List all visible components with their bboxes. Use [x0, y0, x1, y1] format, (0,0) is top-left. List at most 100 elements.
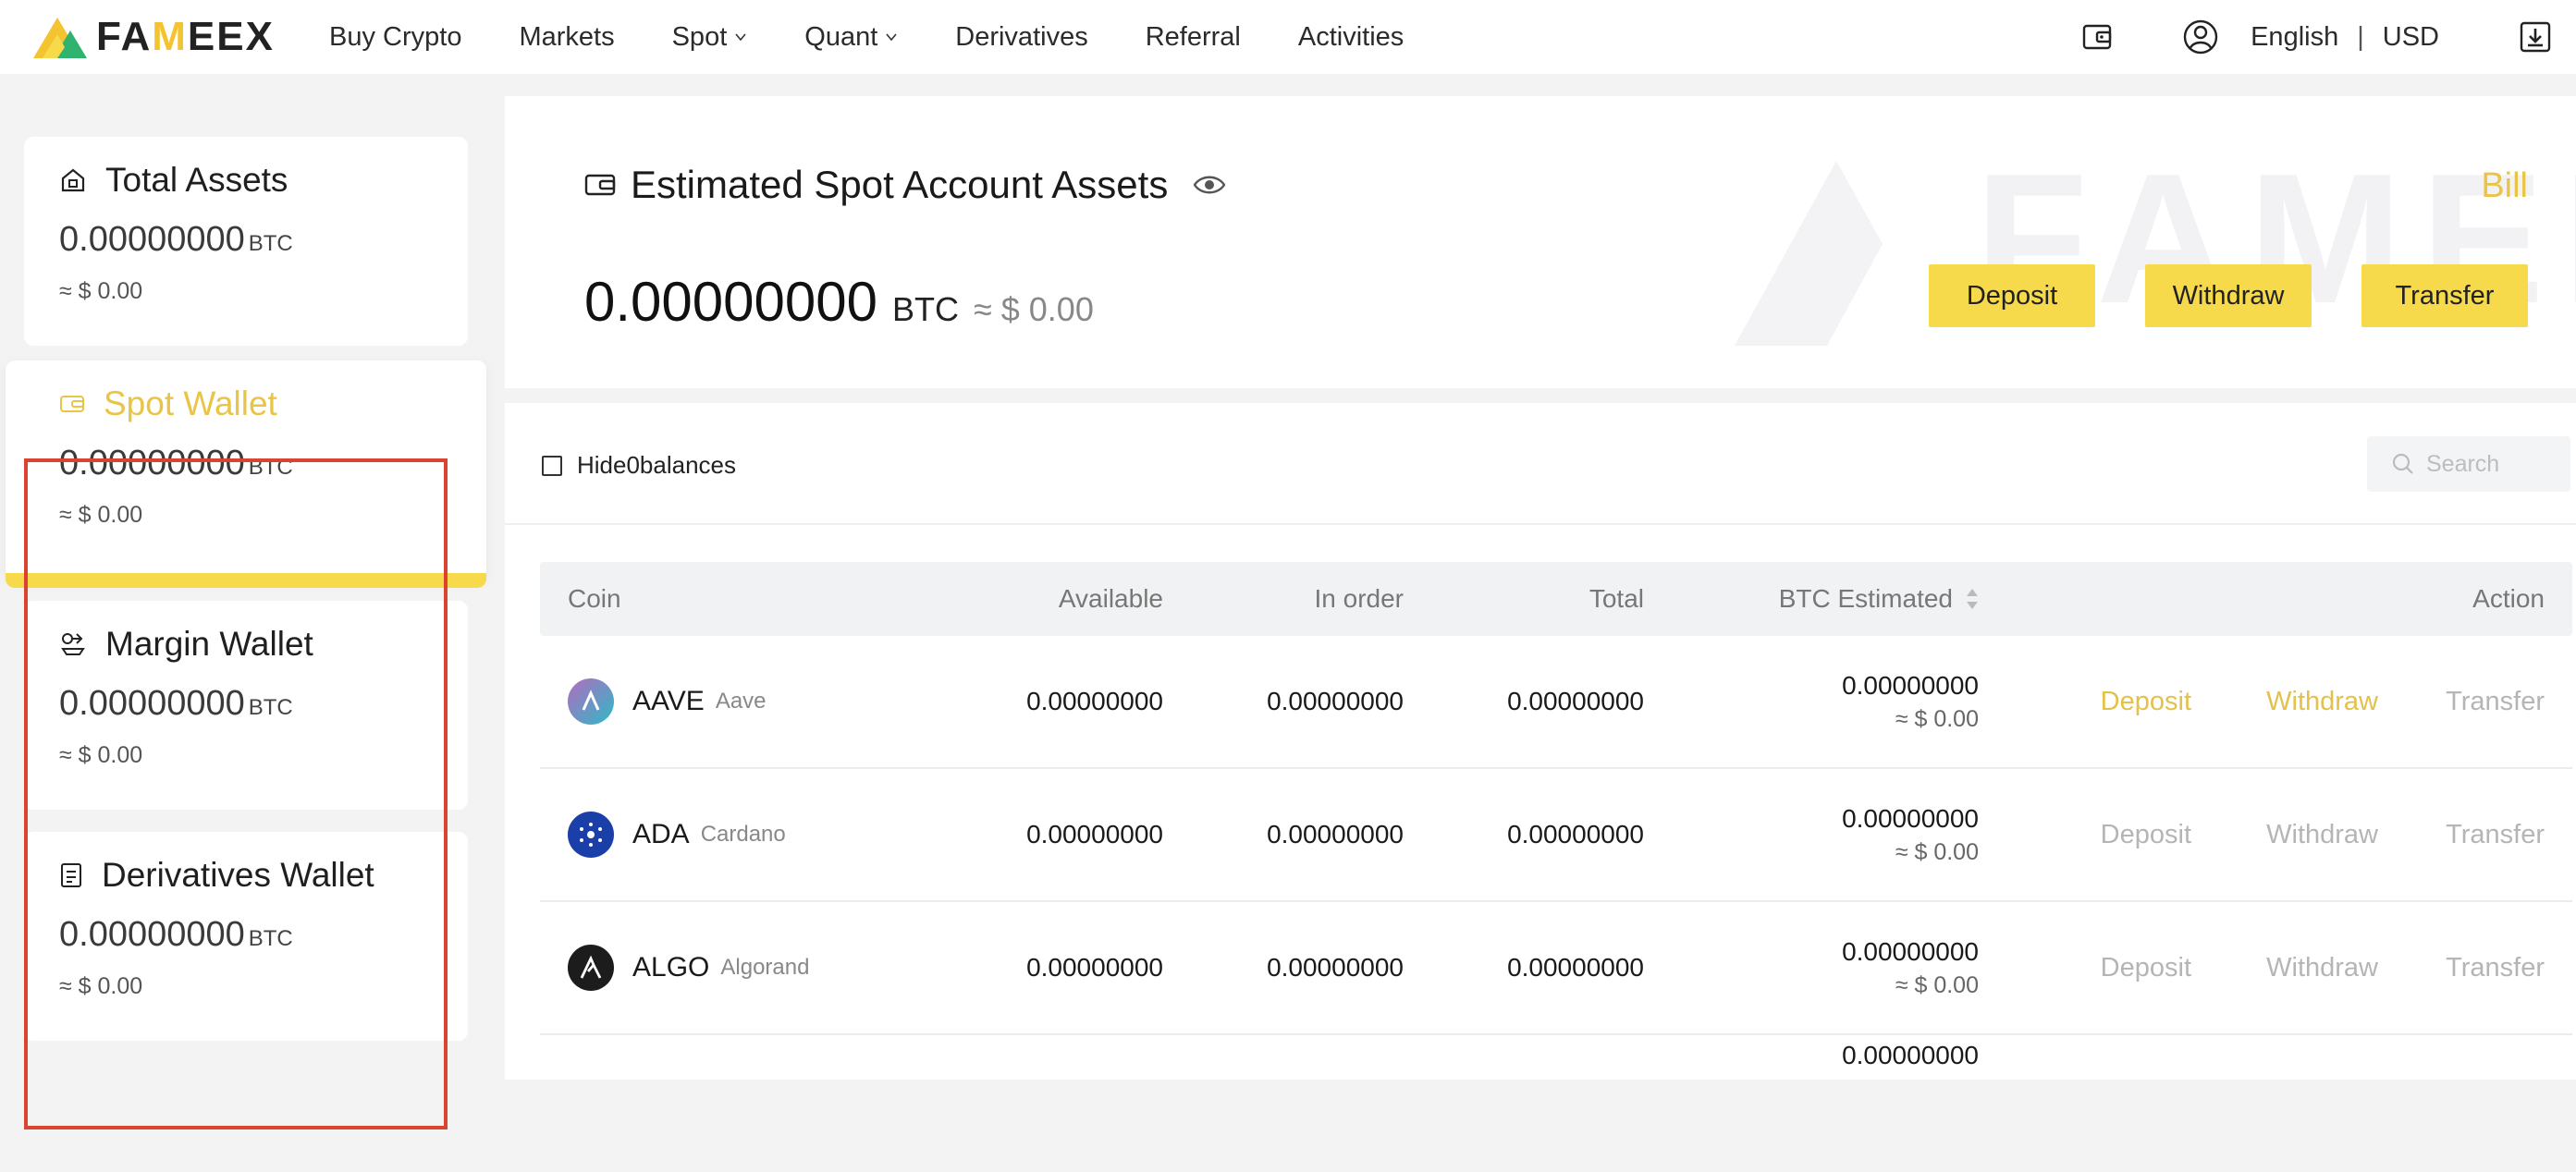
wallet-card-unit: BTC	[248, 455, 293, 480]
row-deposit-link[interactable]: Deposit	[2101, 902, 2191, 1033]
top-nav: FAMEEX Buy Crypto Markets Spot Quant Der…	[0, 0, 2576, 74]
hide-zero-checkbox[interactable]	[542, 455, 562, 476]
wallet-card-usd: ≈ $ 0.00	[59, 502, 143, 528]
coin-list-panel: Hide0balances Coin Available In order To…	[505, 403, 2576, 1080]
row-transfer-link[interactable]: Transfer	[2446, 769, 2545, 900]
sort-icon	[1967, 589, 1978, 609]
btc-estimated-value: 0.00000000	[1842, 670, 1979, 700]
wallet-card-title: Total Assets	[105, 161, 288, 199]
aave-coin-icon	[568, 678, 614, 725]
coin-name: Cardano	[700, 822, 786, 847]
wallet-card-unit: BTC	[248, 231, 293, 256]
btc-estimated-value: 0.00000000	[1842, 936, 1979, 966]
column-available: Available	[1058, 584, 1163, 613]
logo-text: FAMEEX	[96, 14, 275, 59]
btc-estimated-cell: 0.00000000 ≈ $ 0.00	[1842, 769, 1979, 900]
wallet-icon[interactable]	[2079, 18, 2116, 55]
btc-estimated-value: 0.00000000	[1842, 803, 1979, 833]
wallet-icon	[60, 396, 84, 412]
coin-name: Algorand	[720, 955, 810, 980]
search-input[interactable]	[2424, 449, 2567, 479]
currency-selector[interactable]: USD	[2383, 22, 2439, 53]
wallet-sidebar: Total Assets 0.00000000 BTC ≈ $ 0.00 Spot…	[0, 96, 505, 1129]
nav-markets[interactable]: Markets	[519, 22, 614, 53]
algorand-coin-icon	[568, 945, 614, 991]
row-withdraw-link[interactable]: Withdraw	[2266, 636, 2378, 767]
hide-zero-filter[interactable]: Hide0balances	[542, 451, 736, 480]
search-box[interactable]	[2367, 436, 2570, 492]
wallet-card-amount: 0.00000000	[59, 220, 245, 259]
cardano-coin-icon	[568, 812, 614, 858]
main-menu: Buy Crypto Markets Spot Quant Derivative…	[329, 0, 1404, 74]
in-order-value: 0.00000000	[1267, 820, 1404, 848]
coin-symbol: ALGO	[632, 952, 710, 983]
active-wallet-indicator	[6, 573, 486, 588]
hide-zero-label: Hide0balances	[577, 451, 737, 479]
total-value: 0.00000000	[1507, 687, 1644, 715]
total-value: 0.00000000	[1507, 953, 1644, 982]
fameex-logo[interactable]: FAMEEX	[30, 13, 275, 61]
column-btc-estimated[interactable]: BTC Estimated	[1779, 562, 1979, 636]
wallet-icon	[584, 174, 616, 196]
usd-estimated-value: ≈ $ 0.00	[1895, 838, 1979, 865]
btc-estimated-cell: 0.00000000 ≈ $ 0.00	[1842, 636, 1979, 767]
wallet-card-amount: 0.00000000	[59, 444, 245, 482]
coin-cell: ALGO Algorand	[568, 902, 809, 1033]
row-deposit-link[interactable]: Deposit	[2101, 769, 2191, 900]
chevron-down-icon	[735, 33, 746, 42]
coin-symbol: AAVE	[632, 686, 705, 716]
available-value: 0.00000000	[1026, 820, 1163, 848]
row-transfer-link[interactable]: Transfer	[2446, 902, 2545, 1033]
language-selector[interactable]: English	[2251, 22, 2338, 53]
coin-name: Aave	[715, 689, 767, 714]
column-in-order: In order	[1314, 584, 1405, 613]
nav-derivatives[interactable]: Derivatives	[955, 22, 1087, 53]
account-summary-panel: FAMEEX Estimated Spot Account Assets 0.0…	[505, 96, 2576, 388]
table-row: AAVE Aave 0.00000000 0.00000000 0.000000…	[540, 636, 2572, 769]
wallet-card-total-assets[interactable]: Total Assets 0.00000000 BTC ≈ $ 0.00	[24, 137, 468, 346]
estimated-btc-unit: BTC	[892, 290, 959, 328]
table-row: 0.00000000	[540, 1035, 2572, 1168]
download-app-icon[interactable]	[2517, 18, 2554, 55]
in-order-value: 0.00000000	[1267, 953, 1404, 982]
usd-estimated-value: ≈ $ 0.00	[1895, 705, 1979, 732]
nav-buy-crypto[interactable]: Buy Crypto	[329, 22, 461, 53]
row-deposit-link[interactable]: Deposit	[2101, 636, 2191, 767]
eye-icon[interactable]	[1192, 172, 1227, 198]
nav-activities[interactable]: Activities	[1298, 22, 1404, 53]
nav-quant[interactable]: Quant	[804, 22, 898, 53]
coin-cell: ADA Cardano	[568, 769, 786, 900]
wallet-card-usd: ≈ $ 0.00	[59, 973, 143, 999]
wallet-card-title: Margin Wallet	[105, 625, 313, 663]
column-total: Total	[1589, 584, 1644, 613]
wallet-card-usd: ≈ $ 0.00	[59, 742, 143, 768]
column-coin: Coin	[568, 584, 621, 613]
page-title: Estimated Spot Account Assets	[631, 163, 1169, 206]
wallet-card-derivatives[interactable]: Derivatives Wallet 0.00000000 BTC ≈ $ 0.0…	[24, 832, 468, 1041]
nav-spot[interactable]: Spot	[672, 22, 748, 53]
wallet-card-title: Derivatives Wallet	[102, 856, 374, 894]
language-currency-separator: |	[2357, 21, 2364, 52]
transfer-button[interactable]: Transfer	[2361, 264, 2528, 327]
user-account-icon[interactable]	[2182, 18, 2219, 55]
estimated-btc-amount: 0.00000000	[584, 271, 877, 333]
row-withdraw-link[interactable]: Withdraw	[2266, 769, 2378, 900]
wallet-card-usd: ≈ $ 0.00	[59, 278, 143, 304]
row-withdraw-link[interactable]: Withdraw	[2266, 902, 2378, 1033]
column-action: Action	[2472, 584, 2545, 613]
search-icon	[2392, 453, 2413, 474]
row-transfer-link[interactable]: Transfer	[2446, 636, 2545, 767]
wallet-card-margin[interactable]: Margin Wallet 0.00000000 BTC ≈ $ 0.00	[24, 601, 468, 810]
nav-referral[interactable]: Referral	[1146, 22, 1241, 53]
btc-estimated-cell: 0.00000000	[1842, 1035, 1979, 1172]
deposit-button[interactable]: Deposit	[1929, 264, 2095, 327]
in-order-value: 0.00000000	[1267, 687, 1404, 715]
wallet-card-title: Spot Wallet	[104, 385, 277, 422]
wallet-card-amount: 0.00000000	[59, 915, 245, 954]
table-row: ADA Cardano 0.00000000 0.00000000 0.0000…	[540, 769, 2572, 902]
nav-right: English | USD	[2079, 0, 2554, 74]
bill-link[interactable]: Bill	[2481, 166, 2528, 206]
wallet-card-spot[interactable]: Spot Wallet 0.00000000 BTC ≈ $ 0.00	[6, 360, 486, 579]
margin-icon	[61, 633, 85, 655]
withdraw-button[interactable]: Withdraw	[2145, 264, 2312, 327]
